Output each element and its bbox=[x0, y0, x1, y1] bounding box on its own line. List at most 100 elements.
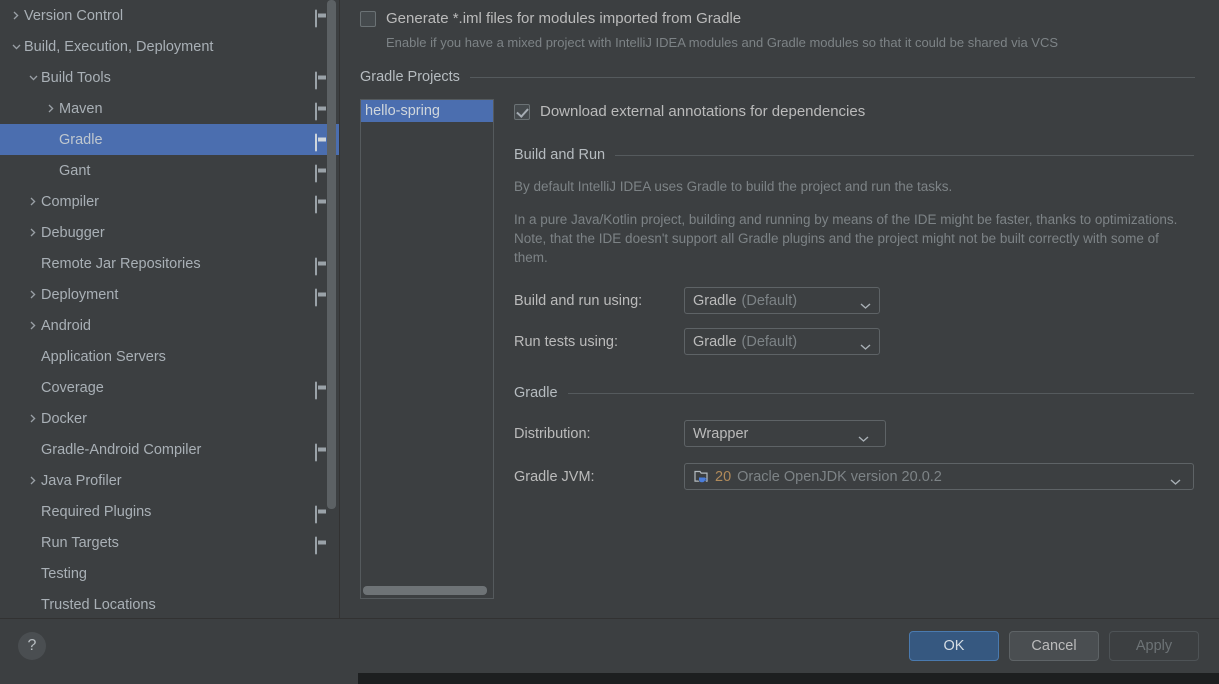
sidebar-item-trusted-locations[interactable]: Trusted Locations bbox=[0, 589, 339, 618]
sidebar-item-label: Android bbox=[41, 317, 91, 334]
gradle-group-header: Gradle bbox=[514, 385, 1194, 401]
run-tests-using-default-suffix: (Default) bbox=[741, 333, 798, 350]
gradle-projects-group-header: Gradle Projects bbox=[360, 69, 1195, 85]
dialog-footer: ? OK Cancel Apply bbox=[0, 618, 1219, 673]
build-run-description-1: By default IntelliJ IDEA uses Gradle to … bbox=[514, 179, 953, 194]
sidebar-vertical-scrollbar[interactable] bbox=[327, 0, 336, 509]
sidebar-item-label: Compiler bbox=[41, 193, 100, 210]
cancel-button[interactable]: Cancel bbox=[1009, 631, 1099, 661]
build-and-run-using-dropdown[interactable]: Gradle (Default) bbox=[684, 287, 880, 314]
sidebar-item-java-profiler[interactable]: Java Profiler bbox=[0, 465, 339, 496]
chevron-right-icon[interactable] bbox=[25, 228, 41, 237]
settings-tree-list: Version Control Build, Execution, Deploym… bbox=[0, 0, 339, 618]
project-list-item[interactable]: hello-spring bbox=[361, 100, 493, 122]
chevron-down-icon bbox=[1170, 473, 1181, 485]
sidebar-item-label: Deployment bbox=[41, 286, 119, 303]
sidebar-item-debugger[interactable]: Debugger bbox=[0, 217, 339, 248]
generate-iml-checkbox[interactable] bbox=[360, 11, 376, 27]
gradle-projects-group-title: Gradle Projects bbox=[360, 69, 460, 85]
sidebar-item-build-tools[interactable]: Build Tools bbox=[0, 62, 339, 93]
generate-iml-row[interactable]: Generate *.iml files for modules importe… bbox=[360, 0, 1195, 28]
sidebar-item-remote-jar-repositories[interactable]: Remote Jar Repositories bbox=[0, 248, 339, 279]
chevron-down-icon[interactable] bbox=[25, 75, 41, 81]
ok-button[interactable]: OK bbox=[909, 631, 999, 661]
project-list-horizontal-scrollbar[interactable] bbox=[363, 586, 487, 595]
sidebar-item-label: Required Plugins bbox=[41, 503, 152, 520]
chevron-right-icon[interactable] bbox=[25, 321, 41, 330]
chevron-down-icon bbox=[860, 338, 871, 350]
sidebar-item-gant[interactable]: Gant bbox=[0, 155, 339, 186]
gradle-project-list-items: hello-spring bbox=[361, 100, 493, 122]
distribution-dropdown[interactable]: Wrapper bbox=[684, 420, 886, 447]
gradle-settings-right-column: Download external annotations for depend… bbox=[494, 99, 1194, 599]
generate-iml-label: Generate *.iml files for modules importe… bbox=[386, 10, 742, 27]
sidebar-item-gradle-android-compiler[interactable]: Gradle-Android Compiler bbox=[0, 434, 339, 465]
download-annotations-label: Download external annotations for depend… bbox=[540, 103, 866, 120]
sidebar-item-docker[interactable]: Docker bbox=[0, 403, 339, 434]
chevron-right-icon[interactable] bbox=[25, 414, 41, 423]
sidebar-item-required-plugins[interactable]: Required Plugins bbox=[0, 496, 339, 527]
sidebar-item-android[interactable]: Android bbox=[0, 310, 339, 341]
run-tests-using-row: Run tests using: Gradle (Default) bbox=[514, 328, 1194, 355]
sidebar-item-gradle[interactable]: Gradle bbox=[0, 124, 339, 155]
gradle-jvm-dropdown[interactable]: 20 Oracle OpenJDK version 20.0.2 bbox=[684, 463, 1194, 490]
gradle-jvm-row: Gradle JVM: 20 Oracle OpenJDK version 20… bbox=[514, 463, 1194, 490]
group-separator-line bbox=[469, 76, 1195, 78]
sidebar-item-label: Testing bbox=[41, 565, 87, 582]
group-separator-line bbox=[567, 392, 1194, 394]
chevron-down-icon[interactable] bbox=[8, 44, 24, 50]
sidebar-item-compiler[interactable]: Compiler bbox=[0, 186, 339, 217]
download-annotations-checkbox[interactable] bbox=[514, 104, 530, 120]
sidebar-item-application-servers[interactable]: Application Servers bbox=[0, 341, 339, 372]
sidebar-item-label: Version Control bbox=[24, 7, 124, 24]
chevron-right-icon[interactable] bbox=[43, 104, 59, 113]
build-and-run-using-label: Build and run using: bbox=[514, 292, 643, 309]
download-annotations-row[interactable]: Download external annotations for depend… bbox=[514, 103, 1194, 121]
chevron-down-icon bbox=[860, 297, 871, 309]
sidebar-item-label: Build, Execution, Deployment bbox=[24, 38, 214, 55]
sidebar-item-build-execution-deployment[interactable]: Build, Execution, Deployment bbox=[0, 31, 339, 62]
distribution-value: Wrapper bbox=[693, 425, 749, 442]
gradle-group-title: Gradle bbox=[514, 385, 558, 401]
sidebar-item-maven[interactable]: Maven bbox=[0, 93, 339, 124]
distribution-row: Distribution: Wrapper bbox=[514, 420, 1194, 447]
jdk-folder-icon bbox=[693, 469, 711, 485]
gradle-settings-panel: Generate *.iml files for modules importe… bbox=[340, 0, 1219, 618]
distribution-label: Distribution: bbox=[514, 425, 591, 442]
run-tests-using-label: Run tests using: bbox=[514, 333, 618, 350]
window-bottom-dark bbox=[358, 673, 1219, 684]
chevron-right-icon[interactable] bbox=[8, 11, 24, 20]
sidebar-item-label: Run Targets bbox=[41, 534, 119, 551]
settings-dialog: Version Control Build, Execution, Deploym… bbox=[0, 0, 1219, 673]
sidebar-item-version-control[interactable]: Version Control bbox=[0, 0, 339, 31]
run-tests-using-dropdown[interactable]: Gradle (Default) bbox=[684, 328, 880, 355]
settings-tree-sidebar[interactable]: Version Control Build, Execution, Deploym… bbox=[0, 0, 340, 618]
window-bottom-left bbox=[0, 673, 358, 684]
sidebar-item-label: Application Servers bbox=[41, 348, 166, 365]
sidebar-item-testing[interactable]: Testing bbox=[0, 558, 339, 589]
sidebar-item-label: Java Profiler bbox=[41, 472, 122, 489]
gradle-jvm-description: Oracle OpenJDK version 20.0.2 bbox=[737, 468, 942, 485]
window-bottom-strip bbox=[0, 673, 1219, 684]
build-and-run-group-title: Build and Run bbox=[514, 147, 606, 163]
project-scope-icon bbox=[315, 505, 329, 523]
sidebar-item-label: Trusted Locations bbox=[41, 596, 156, 613]
build-and-run-using-value: Gradle bbox=[693, 292, 737, 309]
sidebar-item-run-targets[interactable]: Run Targets bbox=[0, 527, 339, 558]
chevron-right-icon[interactable] bbox=[25, 197, 41, 206]
sidebar-item-label: Gradle-Android Compiler bbox=[41, 441, 202, 458]
project-scope-icon bbox=[315, 536, 329, 554]
gradle-project-list[interactable]: hello-spring bbox=[360, 99, 494, 599]
build-and-run-group-header: Build and Run bbox=[514, 147, 1194, 163]
chevron-right-icon[interactable] bbox=[25, 476, 41, 485]
apply-button[interactable]: Apply bbox=[1109, 631, 1199, 661]
chevron-right-icon[interactable] bbox=[25, 290, 41, 299]
sidebar-item-deployment[interactable]: Deployment bbox=[0, 279, 339, 310]
generate-iml-hint: Enable if you have a mixed project with … bbox=[386, 35, 1059, 50]
sidebar-item-label: Gant bbox=[59, 162, 91, 179]
build-run-description-2: In a pure Java/Kotlin project, building … bbox=[514, 212, 1178, 265]
settings-dialog-window: Version Control Build, Execution, Deploym… bbox=[0, 0, 1219, 684]
sidebar-item-coverage[interactable]: Coverage bbox=[0, 372, 339, 403]
gradle-jvm-version: 20 bbox=[715, 468, 732, 485]
help-button[interactable]: ? bbox=[18, 632, 46, 660]
